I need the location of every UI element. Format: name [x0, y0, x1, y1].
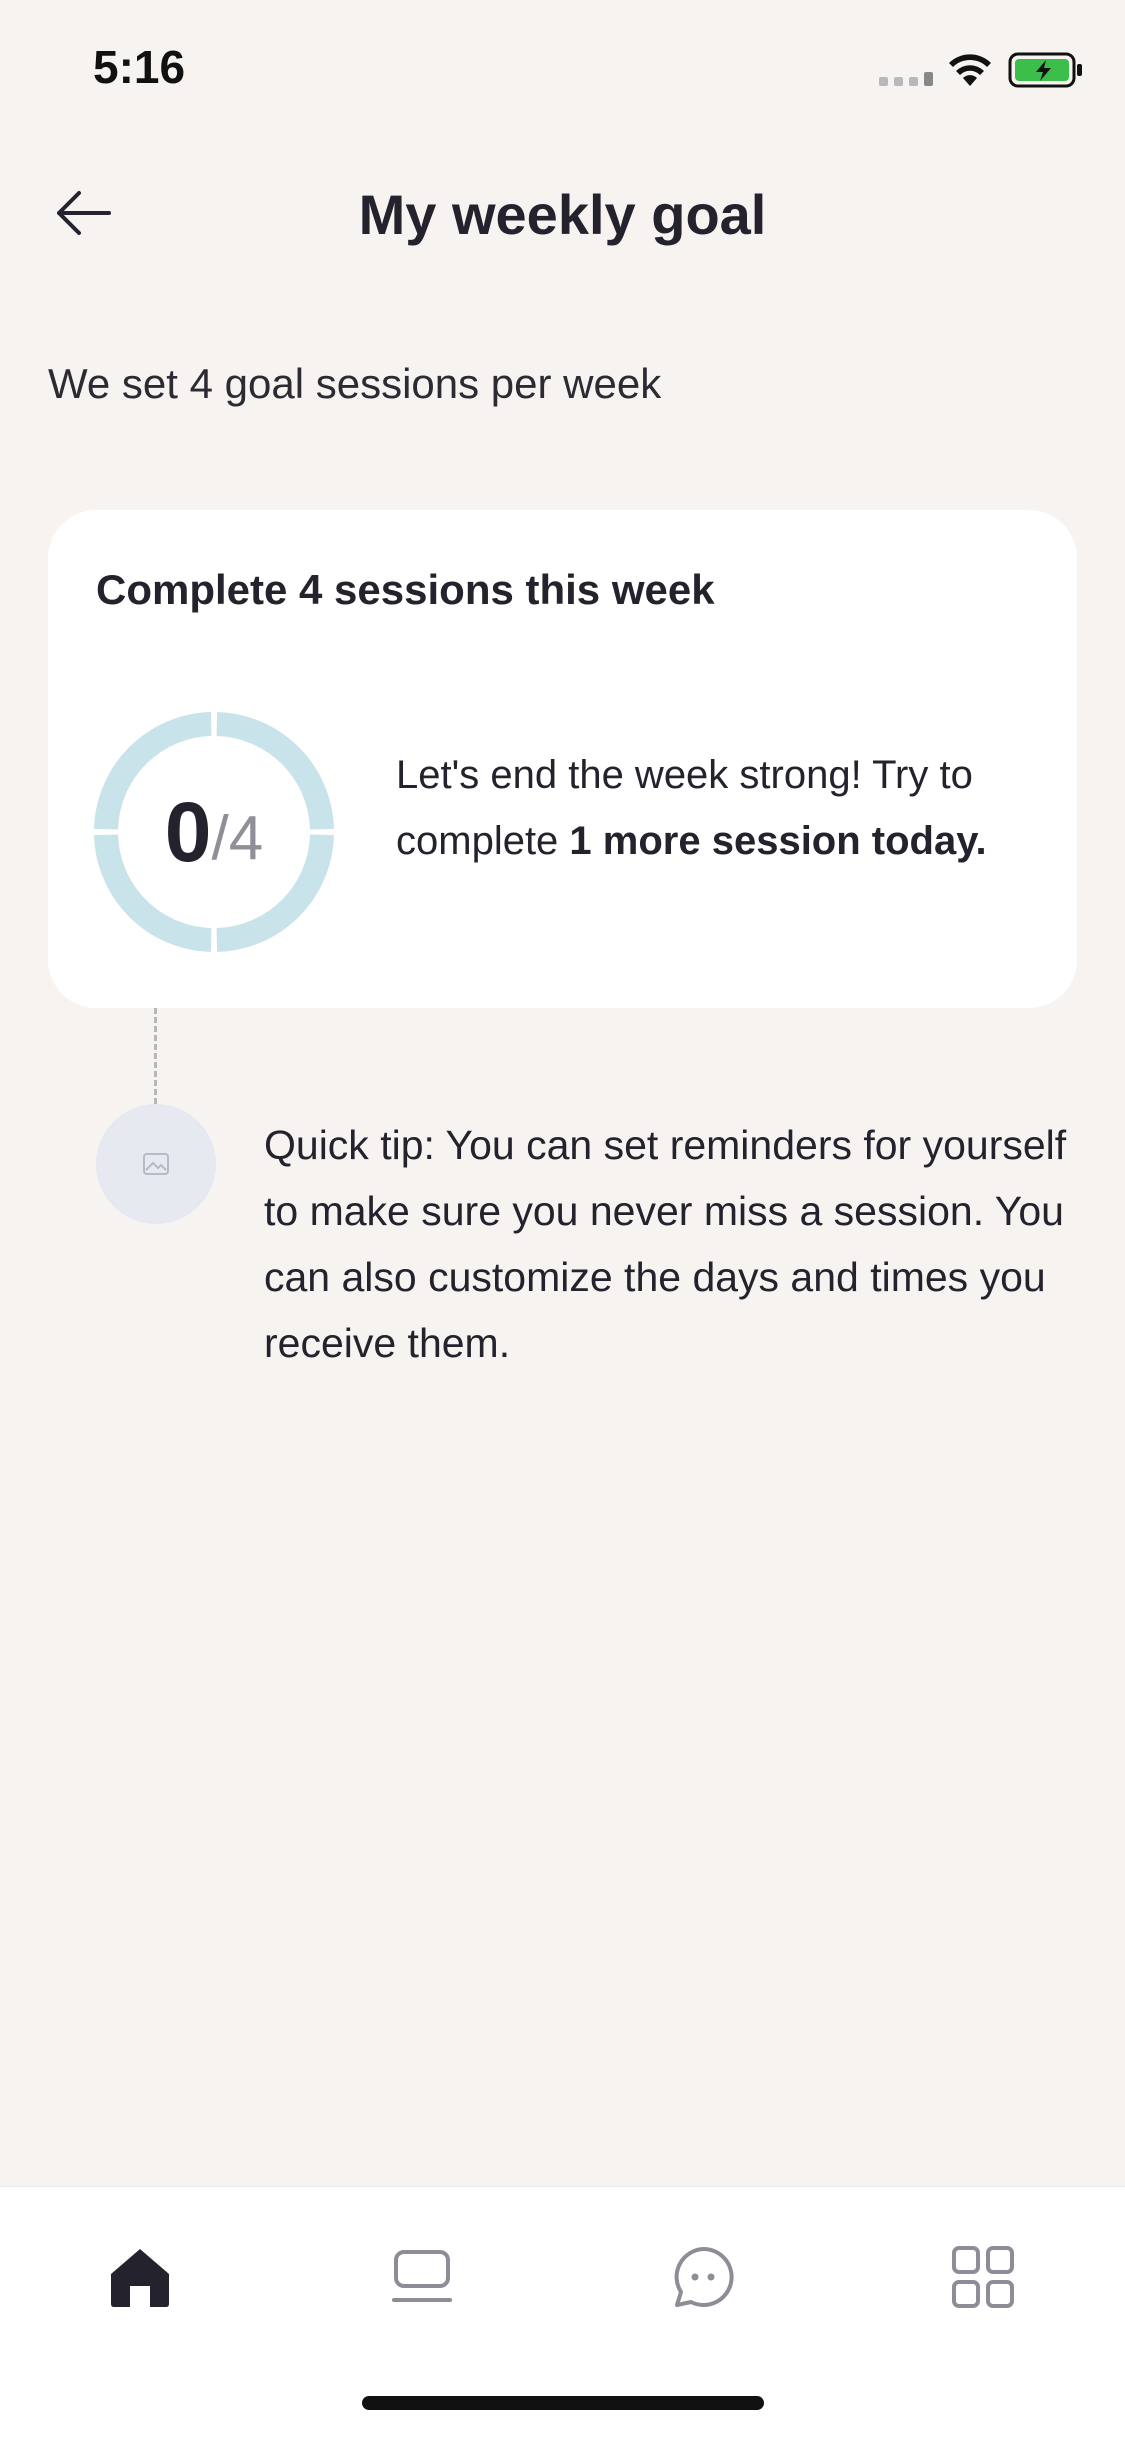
image-placeholder-icon	[143, 1153, 169, 1175]
battery-charging-icon	[1008, 52, 1082, 88]
goal-subtitle: We set 4 goal sessions per week	[48, 360, 662, 407]
card-title: Complete 4 sessions this week	[96, 566, 715, 613]
tab-chat[interactable]	[653, 2227, 753, 2327]
home-indicator	[362, 2396, 764, 2410]
sessions-icon	[392, 2250, 452, 2302]
total-count: /4	[211, 803, 264, 873]
tab-menu[interactable]	[933, 2227, 1033, 2327]
cellular-signal-icon	[879, 72, 933, 86]
connector-line	[154, 1008, 157, 1104]
completed-count: 0	[164, 784, 212, 879]
tab-home[interactable]	[90, 2227, 190, 2327]
status-bar: 5:16	[0, 0, 1125, 140]
progress-count: 0 /4	[94, 712, 334, 952]
weekly-goal-card: Complete 4 sessions this week 0 /4 Let's…	[48, 510, 1077, 1008]
quick-tip-text: Quick tip: You can set reminders for you…	[264, 1122, 1067, 1366]
status-time: 5:16	[93, 41, 186, 93]
home-icon	[111, 2249, 169, 2307]
wifi-icon	[949, 54, 991, 86]
page-title: My weekly goal	[358, 183, 767, 246]
chat-icon	[674, 2246, 734, 2307]
tab-sessions[interactable]	[372, 2227, 472, 2327]
grid-menu-icon	[952, 2246, 1014, 2308]
tip-avatar	[96, 1104, 216, 1224]
message-highlight: 1 more session today.	[569, 819, 987, 863]
encouragement-message: Let's end the week strong! Try to comple…	[396, 742, 1046, 874]
